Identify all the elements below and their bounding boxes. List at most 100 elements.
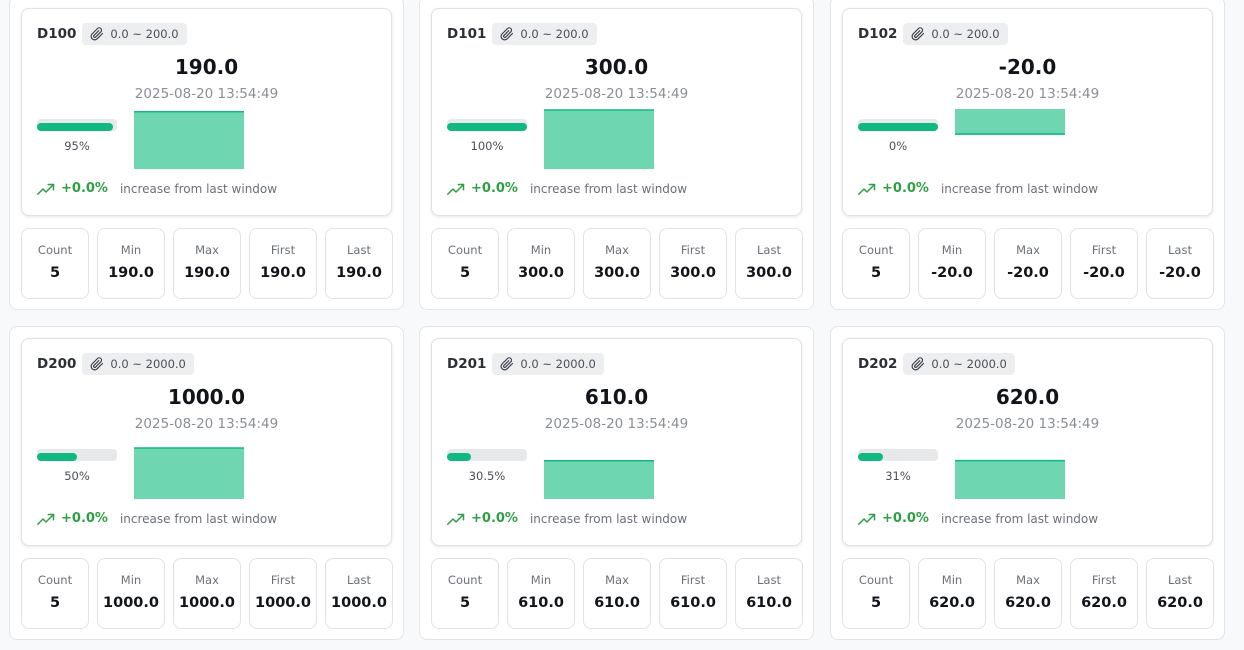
progress-track bbox=[37, 119, 117, 131]
sparkline-chart bbox=[134, 110, 244, 169]
progress-label: 31% bbox=[885, 469, 911, 483]
stat-min: Min 610.0 bbox=[507, 558, 575, 629]
progress-label: 100% bbox=[470, 139, 504, 153]
range-text: 0.0 ~ 200.0 bbox=[520, 27, 589, 41]
trend-text: increase from last window bbox=[119, 181, 278, 196]
progress-label: 0% bbox=[888, 139, 908, 153]
stat-min: Min 620.0 bbox=[918, 558, 986, 629]
stat-label: Min bbox=[120, 243, 142, 257]
stat-value: 610.0 bbox=[518, 595, 564, 611]
stat-value: 610.0 bbox=[594, 595, 640, 611]
stat-label: Max bbox=[1016, 573, 1040, 587]
stat-min: Min 300.0 bbox=[507, 228, 575, 299]
range-progress: 0% bbox=[858, 119, 938, 153]
trend-value: +0.0% bbox=[61, 181, 108, 196]
trend-row: +0.0% increase from last window bbox=[447, 511, 687, 526]
stat-label: Max bbox=[1016, 243, 1040, 257]
paperclip-icon bbox=[911, 357, 925, 371]
stat-label: Min bbox=[120, 573, 142, 587]
range-progress: 50% bbox=[37, 449, 117, 483]
range-progress: 95% bbox=[37, 119, 117, 153]
stat-label: Min bbox=[941, 573, 963, 587]
stat-value: 5 bbox=[49, 595, 61, 611]
trend-value: +0.0% bbox=[882, 181, 929, 196]
stat-label: Last bbox=[757, 573, 781, 587]
stat-value: 190.0 bbox=[260, 265, 306, 281]
device-panel-d202: D202 0.0 ~ 2000.0 620.0 2025-08-20 13:54… bbox=[830, 326, 1225, 640]
stat-label: Last bbox=[1168, 243, 1192, 257]
stat-count: Count 5 bbox=[431, 558, 499, 629]
stat-value: 5 bbox=[870, 595, 882, 611]
stat-label: Count bbox=[447, 243, 483, 257]
stat-label: First bbox=[270, 573, 296, 587]
stat-count: Count 5 bbox=[21, 228, 89, 299]
progress-track bbox=[37, 449, 117, 461]
current-value: 190.0 bbox=[174, 55, 239, 79]
stat-min: Min 1000.0 bbox=[97, 558, 165, 629]
device-card: D102 0.0 ~ 200.0 -20.0 2025-08-20 13:54:… bbox=[842, 8, 1213, 216]
device-panel-d102: D102 0.0 ~ 200.0 -20.0 2025-08-20 13:54:… bbox=[830, 0, 1225, 310]
trend-row: +0.0% increase from last window bbox=[858, 511, 1098, 526]
stat-min: Min 190.0 bbox=[97, 228, 165, 299]
stats-row: Count 5 Min 190.0 Max 190.0 First 190.0 Last… bbox=[21, 228, 393, 299]
card-header: D201 0.0 ~ 2000.0 bbox=[447, 353, 604, 375]
stat-count: Count 5 bbox=[842, 558, 910, 629]
stat-value: 300.0 bbox=[670, 265, 716, 281]
stat-label: Count bbox=[858, 243, 894, 257]
stat-label: Count bbox=[37, 573, 73, 587]
range-progress: 100% bbox=[447, 119, 527, 153]
stats-row: Count 5 Min -20.0 Max -20.0 First -20.0 Last… bbox=[842, 228, 1214, 299]
device-name: D101 bbox=[447, 26, 487, 42]
stat-value: -20.0 bbox=[1007, 265, 1049, 281]
stat-value: 620.0 bbox=[929, 595, 975, 611]
stat-last: Last 190.0 bbox=[325, 228, 393, 299]
trending-up-icon bbox=[858, 513, 876, 525]
stat-first: First 620.0 bbox=[1070, 558, 1138, 629]
stat-count: Count 5 bbox=[21, 558, 89, 629]
stat-label: Count bbox=[37, 243, 73, 257]
current-value: -20.0 bbox=[998, 55, 1057, 79]
stats-row: Count 5 Min 610.0 Max 610.0 First 610.0 Last… bbox=[431, 558, 803, 629]
timestamp: 2025-08-20 13:54:49 bbox=[134, 86, 279, 102]
stat-value: 1000.0 bbox=[255, 595, 311, 611]
device-name: D201 bbox=[447, 356, 487, 372]
trend-text: increase from last window bbox=[940, 511, 1099, 526]
trend-text: increase from last window bbox=[119, 511, 278, 526]
range-badge: 0.0 ~ 200.0 bbox=[492, 23, 597, 45]
stat-value: -20.0 bbox=[1159, 265, 1201, 281]
stat-max: Max 1000.0 bbox=[173, 558, 241, 629]
progress-track bbox=[447, 119, 527, 131]
trend-text: increase from last window bbox=[529, 181, 688, 196]
stats-row: Count 5 Min 300.0 Max 300.0 First 300.0 Last… bbox=[431, 228, 803, 299]
range-text: 0.0 ~ 200.0 bbox=[931, 27, 1000, 41]
range-text: 0.0 ~ 200.0 bbox=[110, 27, 179, 41]
trend-row: +0.0% increase from last window bbox=[858, 181, 1098, 196]
timestamp: 2025-08-20 13:54:49 bbox=[955, 86, 1100, 102]
stat-label: Last bbox=[347, 243, 371, 257]
progress-track bbox=[858, 449, 938, 461]
stat-min: Min -20.0 bbox=[918, 228, 986, 299]
sparkline-area bbox=[544, 110, 654, 169]
stat-max: Max 190.0 bbox=[173, 228, 241, 299]
stat-label: Max bbox=[605, 243, 629, 257]
stat-value: 1000.0 bbox=[331, 595, 387, 611]
trend-value: +0.0% bbox=[61, 511, 108, 526]
stats-row: Count 5 Min 620.0 Max 620.0 First 620.0 Last… bbox=[842, 558, 1214, 629]
device-name: D102 bbox=[858, 26, 898, 42]
paperclip-icon bbox=[500, 27, 514, 41]
progress-label: 50% bbox=[64, 469, 90, 483]
card-header: D102 0.0 ~ 200.0 bbox=[858, 23, 1008, 45]
current-value: 1000.0 bbox=[167, 385, 246, 409]
range-text: 0.0 ~ 2000.0 bbox=[520, 357, 596, 371]
paperclip-icon bbox=[90, 27, 104, 41]
stat-value: 620.0 bbox=[1005, 595, 1051, 611]
range-progress: 31% bbox=[858, 449, 938, 483]
stat-value: 610.0 bbox=[746, 595, 792, 611]
device-card: D200 0.0 ~ 2000.0 1000.0 2025-08-20 13:5… bbox=[21, 338, 392, 546]
trend-text: increase from last window bbox=[529, 511, 688, 526]
device-name: D202 bbox=[858, 356, 898, 372]
stat-value: 610.0 bbox=[670, 595, 716, 611]
stat-label: Last bbox=[347, 573, 371, 587]
trend-row: +0.0% increase from last window bbox=[37, 511, 277, 526]
device-panel-d200: D200 0.0 ~ 2000.0 1000.0 2025-08-20 13:5… bbox=[9, 326, 404, 640]
